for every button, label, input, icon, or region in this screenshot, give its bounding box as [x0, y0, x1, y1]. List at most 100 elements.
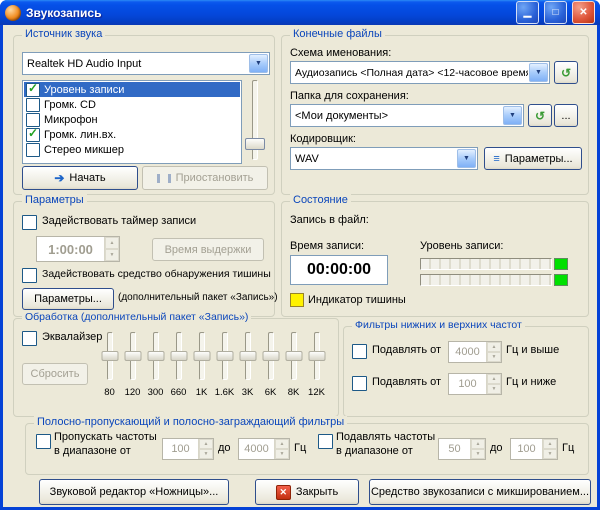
group-band-filters: Полосно-пропускающий и полосно-заграждаю… — [25, 423, 589, 475]
slider-thumb[interactable] — [239, 351, 256, 361]
list-item[interactable]: Громк. CD — [24, 97, 240, 112]
silence-detect-checkbox[interactable] — [22, 268, 37, 283]
spin-up-icon[interactable]: ▲ — [487, 374, 501, 384]
list-item[interactable]: Громк. лин.вх. — [24, 127, 240, 142]
spin-down-icon[interactable]: ▼ — [487, 352, 501, 362]
slider-thumb[interactable] — [245, 138, 265, 150]
equalizer-band[interactable]: 120 — [121, 329, 144, 403]
spin-up-icon[interactable]: ▲ — [105, 237, 119, 249]
spin-down-icon[interactable]: ▼ — [199, 449, 213, 459]
spinner-buttons[interactable]: ▲ ▼ — [470, 439, 485, 459]
bandpass-to-spinner[interactable]: 4000 ▲ ▼ — [238, 438, 290, 460]
equalizer-band[interactable]: 660 — [167, 329, 190, 403]
channel-list[interactable]: Уровень записи Громк. CD Микрофон Громк.… — [22, 80, 242, 164]
spin-up-icon[interactable]: ▲ — [199, 439, 213, 449]
folder-variables-button[interactable]: ↺ — [528, 104, 552, 127]
timer-checkbox-row[interactable]: Задействовать таймер записи — [22, 215, 196, 230]
sound-editor-button[interactable]: Звуковой редактор «Ножницы»... — [39, 479, 229, 505]
slider-thumb[interactable] — [193, 351, 210, 361]
audio-device-select[interactable]: Realtek HD Audio Input ▼ — [22, 52, 270, 75]
equalizer-band[interactable]: 300 — [144, 329, 167, 403]
spinner-buttons[interactable]: ▲ ▼ — [542, 439, 557, 459]
spinner-buttons[interactable]: ▲ ▼ — [486, 342, 501, 362]
close-app-button[interactable]: ✕ Закрыть — [255, 479, 359, 505]
maximize-button[interactable]: □ — [544, 1, 567, 24]
equalizer-band[interactable]: 1K — [190, 329, 213, 403]
equalizer-band[interactable]: 80 — [98, 329, 121, 403]
equalizer-band[interactable]: 3K — [236, 329, 259, 403]
spin-down-icon[interactable]: ▼ — [487, 384, 501, 394]
encoder-params-button[interactable]: ≡ Параметры... — [484, 147, 582, 170]
browse-folder-button[interactable]: ... — [554, 104, 578, 127]
list-item[interactable]: Уровень записи — [24, 82, 240, 97]
timer-checkbox[interactable] — [22, 215, 37, 230]
spin-up-icon[interactable]: ▲ — [275, 439, 289, 449]
low-freq-spinner[interactable]: 100 ▲ ▼ — [448, 373, 502, 395]
checkbox[interactable] — [26, 113, 40, 127]
spin-up-icon[interactable]: ▲ — [543, 439, 557, 449]
spinner-buttons[interactable]: ▲ ▼ — [198, 439, 213, 459]
list-item[interactable]: Микрофон — [24, 112, 240, 127]
hold-time-button[interactable]: Время выдержки — [152, 238, 264, 261]
checkbox[interactable] — [26, 83, 40, 97]
equalizer-checkbox[interactable] — [22, 331, 37, 346]
checkbox[interactable] — [26, 98, 40, 112]
suppress-low-checkbox-row[interactable]: Подавлять от — [352, 376, 441, 391]
equalizer-band[interactable]: 12K — [305, 329, 328, 403]
close-button[interactable]: ✕ — [572, 1, 595, 24]
chevron-down-icon[interactable]: ▼ — [249, 54, 268, 73]
checkbox[interactable] — [26, 128, 40, 142]
detector-params-button[interactable]: Параметры... — [22, 288, 114, 310]
spinner-buttons[interactable]: ▲ ▼ — [104, 237, 119, 261]
bandstop-checkbox[interactable] — [318, 434, 333, 449]
slider-thumb[interactable] — [124, 351, 141, 361]
equalizer-band[interactable]: 1.6K — [213, 329, 236, 403]
slider-thumb[interactable] — [101, 351, 118, 361]
spin-down-icon[interactable]: ▼ — [105, 249, 119, 261]
silence-indicator-led — [290, 293, 304, 307]
mixer-recorder-button[interactable]: Средство звукозаписи с микшированием... — [369, 479, 591, 505]
chevron-down-icon[interactable]: ▼ — [457, 149, 476, 168]
naming-scheme-select[interactable]: Аудиозапись <Полная дата> <12-часовое вр… — [290, 61, 550, 84]
pause-button[interactable]: Приостановить — [142, 166, 268, 190]
slider-thumb[interactable] — [285, 351, 302, 361]
minimize-button[interactable]: ▁ — [516, 1, 539, 24]
slider-thumb[interactable] — [216, 351, 233, 361]
slider-thumb[interactable] — [170, 351, 187, 361]
spinner-buttons[interactable]: ▲ ▼ — [274, 439, 289, 459]
bandpass-checkbox[interactable] — [36, 434, 51, 449]
slider-thumb[interactable] — [147, 351, 164, 361]
suppress-low-checkbox[interactable] — [352, 376, 367, 391]
close-app-label: Закрыть — [296, 486, 338, 498]
equalizer-checkbox-row[interactable]: Эквалайзер — [22, 331, 102, 346]
bandstop-from-spinner[interactable]: 50 ▲ ▼ — [438, 438, 486, 460]
high-freq-spinner[interactable]: 4000 ▲ ▼ — [448, 341, 502, 363]
chevron-down-icon[interactable]: ▼ — [503, 106, 522, 125]
slider-thumb[interactable] — [308, 351, 325, 361]
spin-down-icon[interactable]: ▼ — [275, 449, 289, 459]
bandpass-from-spinner[interactable]: 100 ▲ ▼ — [162, 438, 214, 460]
spin-down-icon[interactable]: ▼ — [543, 449, 557, 459]
suppress-high-checkbox[interactable] — [352, 344, 367, 359]
checkbox[interactable] — [26, 143, 40, 157]
spin-down-icon[interactable]: ▼ — [471, 449, 485, 459]
spin-up-icon[interactable]: ▲ — [487, 342, 501, 352]
titlebar[interactable]: Звукозапись ▁ □ ✕ — [0, 0, 600, 25]
spin-up-icon[interactable]: ▲ — [471, 439, 485, 449]
list-item[interactable]: Стерео микшер — [24, 142, 240, 157]
equalizer-band[interactable]: 6K — [259, 329, 282, 403]
chevron-down-icon[interactable]: ▼ — [529, 63, 548, 82]
reset-button[interactable]: Сбросить — [22, 363, 88, 385]
slider-thumb[interactable] — [262, 351, 279, 361]
suppress-high-checkbox-row[interactable]: Подавлять от — [352, 344, 441, 359]
start-button[interactable]: ➔ Начать — [22, 166, 138, 190]
spinner-buttons[interactable]: ▲ ▼ — [486, 374, 501, 394]
silence-detect-checkbox-row[interactable]: Задействовать средство обнаружения тишин… — [22, 268, 271, 283]
encoder-select[interactable]: WAV ▼ — [290, 147, 478, 170]
save-folder-select[interactable]: <Мои документы> ▼ — [290, 104, 524, 127]
equalizer-band[interactable]: 8K — [282, 329, 305, 403]
bandstop-to-spinner[interactable]: 100 ▲ ▼ — [510, 438, 558, 460]
naming-variables-button[interactable]: ↺ — [554, 61, 578, 84]
volume-slider[interactable] — [244, 80, 266, 160]
timer-value-spinner[interactable]: 1:00:00 ▲ ▼ — [36, 236, 120, 262]
